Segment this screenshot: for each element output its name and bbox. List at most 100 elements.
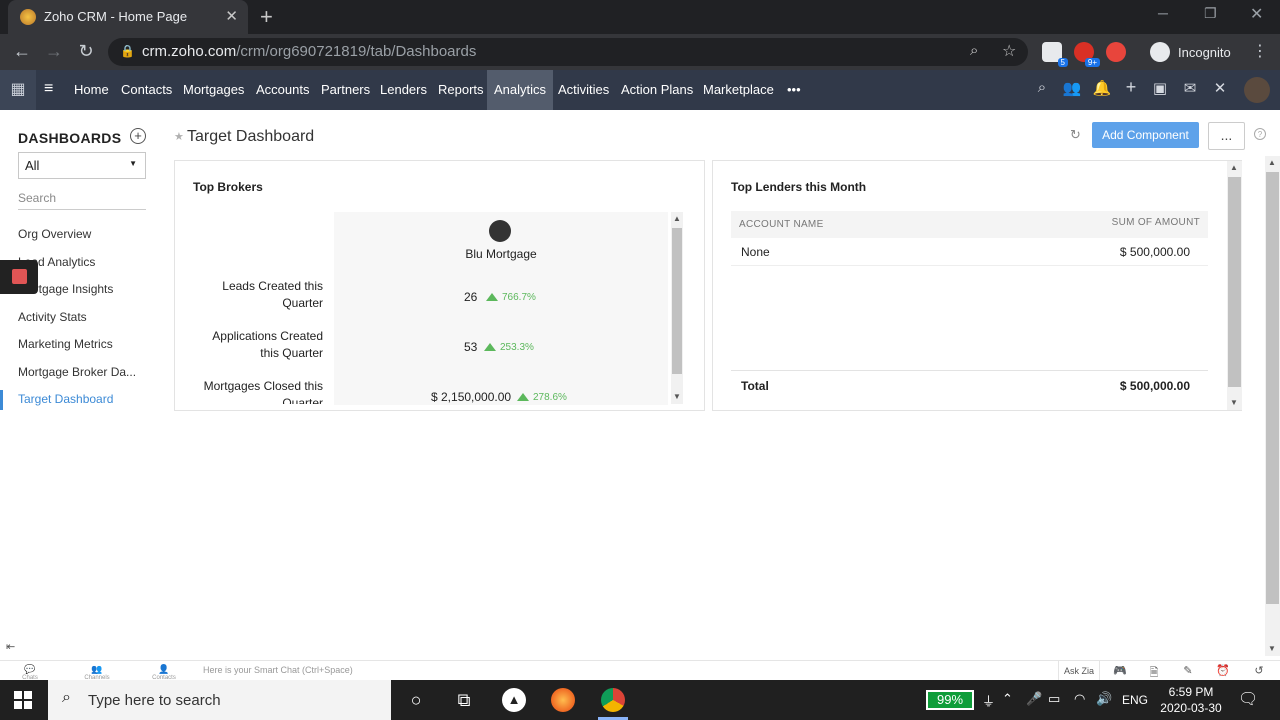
channels-button[interactable]: 👥 Channels <box>82 664 112 681</box>
alarm-icon[interactable]: ⏰ <box>1214 664 1232 677</box>
card-scrollbar[interactable]: ▲ ▼ <box>671 212 683 404</box>
floating-record-button[interactable] <box>0 260 38 294</box>
microphone-icon[interactable]: 🎤 <box>1026 691 1042 707</box>
new-tab-button[interactable]: + <box>260 4 273 30</box>
nav-analytics[interactable]: Analytics <box>487 70 554 110</box>
url-path: /crm/org690721819/tab/Dashboards <box>236 43 477 60</box>
taskbar-search-box[interactable]: ⌕ Type here to search <box>48 680 391 720</box>
more-options-button[interactable]: ... <box>1208 122 1245 150</box>
battery-indicator[interactable]: 99% <box>926 690 974 710</box>
app-grid-icon[interactable]: ▦ <box>0 70 36 110</box>
calendar-icon[interactable]: ▣ <box>1150 79 1170 97</box>
nav-contacts[interactable]: Contacts <box>114 70 179 110</box>
browser-menu-icon[interactable]: ⋮ <box>1248 41 1272 61</box>
windows-start-icon[interactable] <box>14 691 32 709</box>
lock-icon[interactable]: 🔒 <box>120 44 135 58</box>
reload-icon[interactable]: ↻ <box>74 41 98 62</box>
restore-icon[interactable]: ❐ <box>1204 5 1217 22</box>
add-dashboard-icon[interactable]: + <box>130 128 146 144</box>
top-lenders-card: Top Lenders this Month ACCOUNT NAME SUM … <box>712 160 1242 411</box>
metric-value: 26 <box>464 290 478 304</box>
bookmark-star-icon[interactable]: ☆ <box>1002 41 1016 61</box>
close-window-icon[interactable]: ✕ <box>1250 4 1263 24</box>
extension-signal-icon[interactable]: 9+ <box>1074 42 1100 67</box>
address-bar[interactable]: 🔒 crm.zoho.com/crm/org690721819/tab/Dash… <box>108 38 1028 66</box>
show-hidden-icons-icon[interactable]: ⌃ <box>1002 691 1013 707</box>
minimize-icon[interactable]: ─ <box>1158 5 1168 21</box>
add-component-button[interactable]: Add Component <box>1092 122 1199 148</box>
card-scrollbar[interactable]: ▲ ▼ <box>1227 161 1242 410</box>
collapse-sidebar-icon[interactable]: ⇤ <box>6 640 15 653</box>
refresh-icon[interactable]: ↻ <box>1070 127 1081 143</box>
setup-tools-icon[interactable]: ✕ <box>1210 79 1230 97</box>
contacts-button[interactable]: 👤 Contacts <box>149 664 179 681</box>
chrome-icon[interactable] <box>601 688 625 712</box>
power-plug-icon[interactable]: ⏚ <box>982 691 995 710</box>
gamepad-icon[interactable]: 🎮 <box>1111 664 1129 677</box>
nav-partners[interactable]: Partners <box>314 70 377 110</box>
tab-close-icon[interactable]: ✕ <box>225 7 238 25</box>
sidebar-item-marketing-metrics[interactable]: Marketing Metrics <box>18 337 113 351</box>
favorite-star-icon[interactable]: ★ <box>174 130 184 143</box>
scroll-up-icon[interactable]: ▲ <box>1230 163 1238 172</box>
nav-lenders[interactable]: Lenders <box>373 70 434 110</box>
extension-calendar-icon[interactable]: 5 <box>1042 42 1068 67</box>
zia-icon[interactable]: ✎ <box>1179 664 1197 677</box>
help-icon[interactable]: ? <box>1254 128 1266 140</box>
ask-zia-button[interactable]: Ask Zia <box>1058 661 1100 681</box>
volume-icon[interactable]: 🔊 <box>1096 691 1112 707</box>
back-icon[interactable]: ← <box>10 41 34 62</box>
language-indicator[interactable]: ENG <box>1122 693 1148 707</box>
user-avatar[interactable] <box>1244 77 1270 103</box>
extension-badge: 5 <box>1057 58 1068 67</box>
history-icon[interactable]: ↺ <box>1250 664 1268 677</box>
browser-tab[interactable]: Zoho CRM - Home Page ✕ <box>8 0 248 34</box>
task-view-icon[interactable]: ⧉ <box>452 688 476 712</box>
nav-more[interactable]: ••• <box>780 70 808 110</box>
nav-action-plans[interactable]: Action Plans <box>614 70 700 110</box>
scrollbar-thumb[interactable] <box>1266 172 1279 604</box>
smart-chat-input[interactable]: Here is your Smart Chat (Ctrl+Space) <box>203 665 353 675</box>
firefox-icon[interactable] <box>551 688 575 712</box>
app-photos-icon[interactable]: ▲ <box>502 688 526 712</box>
nav-reports[interactable]: Reports <box>431 70 491 110</box>
extension-chat-icon[interactable] <box>1106 42 1126 62</box>
nav-home[interactable]: Home <box>67 70 116 110</box>
forward-icon[interactable]: → <box>42 41 66 62</box>
scroll-up-icon[interactable]: ▲ <box>673 214 681 223</box>
scroll-down-icon[interactable]: ▼ <box>1230 398 1238 407</box>
hamburger-menu-icon[interactable]: ≡ <box>44 80 53 98</box>
mail-icon[interactable]: ✉ <box>1180 79 1200 97</box>
scroll-down-icon[interactable]: ▼ <box>1268 644 1276 653</box>
sidebar-item-mortgage-broker[interactable]: Mortgage Broker Da... <box>18 365 136 379</box>
cortana-icon[interactable]: ○ <box>404 688 428 712</box>
search-icon[interactable]: ⌕ <box>1032 79 1052 96</box>
plus-icon[interactable]: + <box>1121 77 1141 98</box>
scroll-up-icon[interactable]: ▲ <box>1268 158 1276 167</box>
tab-title: Zoho CRM - Home Page <box>44 9 188 24</box>
url-text[interactable]: crm.zoho.com/crm/org690721819/tab/Dashbo… <box>142 43 476 60</box>
sidebar-search-input[interactable]: Search <box>18 191 146 210</box>
notifications-icon[interactable]: 🗨 <box>1238 689 1258 709</box>
wifi-icon[interactable]: ◠ <box>1074 691 1085 707</box>
dashboard-filter-value: All <box>25 158 40 173</box>
scrollbar-thumb[interactable] <box>1228 177 1241 387</box>
sidebar-item-target-dashboard[interactable]: Target Dashboard <box>18 392 113 406</box>
nav-activities[interactable]: Activities <box>551 70 616 110</box>
dashboard-filter-select[interactable]: All ▼ <box>18 152 146 179</box>
nav-marketplace[interactable]: Marketplace <box>696 70 781 110</box>
scroll-down-icon[interactable]: ▼ <box>673 392 681 401</box>
nav-accounts[interactable]: Accounts <box>249 70 316 110</box>
chats-button[interactable]: 💬 Chats <box>15 664 45 681</box>
sidebar-item-org-overview[interactable]: Org Overview <box>18 227 91 241</box>
nav-mortgages[interactable]: Mortgages <box>176 70 251 110</box>
page-scrollbar[interactable]: ▲ ▼ <box>1265 156 1280 656</box>
system-clock[interactable]: 6:59 PM 2020-03-30 <box>1156 684 1226 716</box>
incognito-badge[interactable]: Incognito <box>1146 38 1238 66</box>
bell-icon[interactable]: 🔔 <box>1092 79 1112 97</box>
users-icon[interactable]: 👥 <box>1062 79 1082 97</box>
scrollbar-thumb[interactable] <box>672 228 682 374</box>
zoom-search-icon[interactable]: ⌕ <box>970 42 978 59</box>
sidebar-item-activity-stats[interactable]: Activity Stats <box>18 310 87 324</box>
battery-icon[interactable]: ▭ <box>1048 691 1060 707</box>
